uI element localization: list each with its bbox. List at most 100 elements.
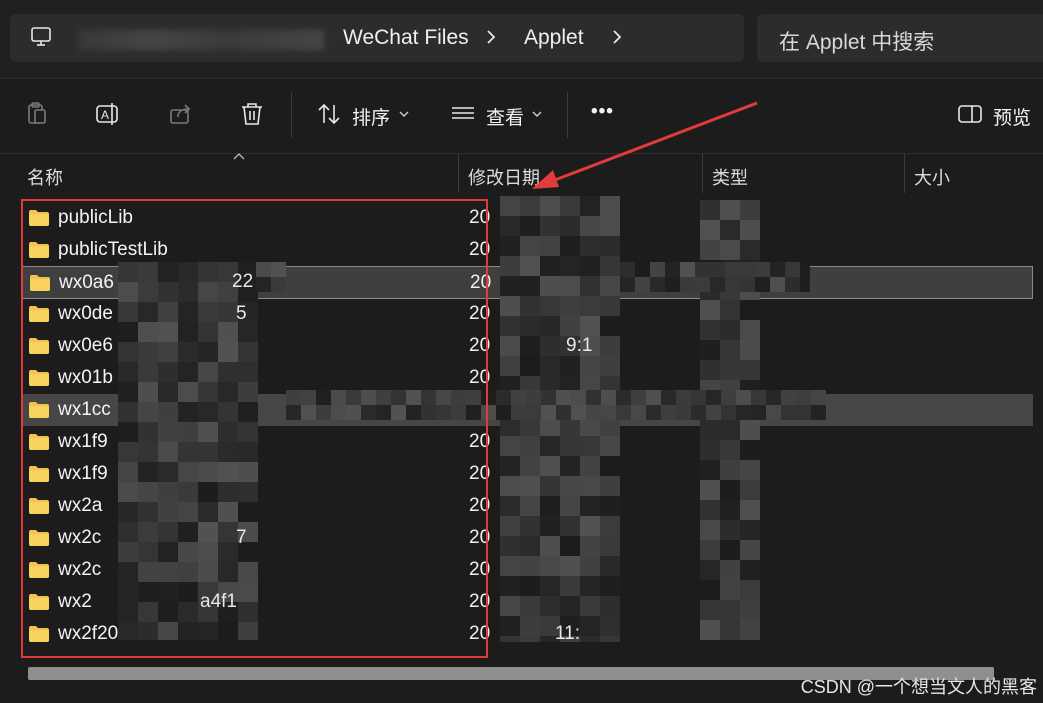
sort-icon[interactable] — [316, 101, 342, 127]
mosaic-tile — [700, 320, 720, 340]
mosaic-tile — [520, 256, 540, 276]
mosaic-tile — [661, 405, 676, 420]
mosaic-tile — [520, 216, 540, 236]
mosaic-tile — [540, 236, 560, 256]
mosaic-tile — [520, 476, 540, 496]
column-header-size[interactable]: 大小 — [914, 164, 950, 190]
preview-button[interactable]: 预览 — [993, 103, 1031, 130]
mosaic-tile — [600, 276, 620, 296]
mosaic-tile — [740, 440, 760, 460]
mosaic-tile — [800, 262, 810, 277]
mosaic-tile — [560, 556, 580, 576]
mosaic-tile — [496, 405, 511, 420]
view-icon[interactable] — [450, 101, 476, 127]
mosaic-tile — [665, 262, 680, 277]
mosaic-tile — [796, 390, 811, 405]
mosaic-tile — [540, 216, 560, 236]
mosaic-tile — [560, 516, 580, 536]
share-icon[interactable] — [168, 101, 194, 127]
column-divider[interactable] — [458, 153, 459, 193]
mosaic-tile — [580, 576, 600, 596]
mosaic-tile — [720, 540, 740, 560]
mosaic-tile — [520, 296, 540, 316]
mosaic-tile — [540, 196, 560, 216]
preview-pane-icon[interactable] — [957, 101, 983, 127]
column-divider[interactable] — [702, 153, 703, 193]
search-placeholder: 在 Applet 中搜索 — [779, 31, 935, 54]
mosaic-tile — [520, 616, 540, 636]
mosaic-tile — [540, 436, 560, 456]
mosaic-tile — [500, 436, 520, 456]
mosaic-tile — [785, 277, 800, 292]
mosaic-tile — [600, 596, 620, 616]
mosaic-tile — [600, 456, 620, 476]
column-header-name[interactable]: 名称 — [27, 164, 63, 190]
mosaic-tile — [520, 636, 540, 642]
breadcrumb-wechat-files[interactable]: WeChat Files — [343, 26, 469, 50]
mosaic-tile — [520, 196, 540, 216]
breadcrumb-applet[interactable]: Applet — [524, 26, 584, 50]
mosaic-tile — [540, 596, 560, 616]
mosaic-tile — [540, 476, 560, 496]
rename-icon[interactable]: A — [95, 101, 121, 127]
mosaic-tile — [740, 520, 760, 540]
paste-icon[interactable] — [24, 101, 50, 127]
chevron-down-icon[interactable] — [399, 110, 409, 118]
mosaic-tile — [720, 560, 740, 580]
mosaic-tile — [511, 405, 526, 420]
mosaic-tile — [720, 520, 740, 540]
column-header-modified[interactable]: 修改日期 — [468, 164, 540, 190]
breadcrumb-chevron-icon[interactable] — [484, 27, 498, 47]
mosaic-tile — [540, 556, 560, 576]
mosaic-tile — [540, 296, 560, 316]
svg-text:A: A — [101, 108, 109, 122]
mosaic-tile — [580, 236, 600, 256]
mosaic-tile — [560, 576, 580, 596]
file-name-fragment: a4f1 — [200, 591, 237, 612]
this-pc-icon[interactable] — [30, 26, 52, 48]
mosaic-tile — [740, 500, 760, 520]
mosaic-tile — [650, 277, 665, 292]
view-button[interactable]: 查看 — [486, 103, 524, 130]
chevron-down-icon[interactable] — [532, 110, 542, 118]
mosaic-tile — [680, 262, 695, 277]
mosaic-tile — [560, 276, 580, 296]
mosaic-tile — [560, 456, 580, 476]
mosaic-tile — [540, 536, 560, 556]
mosaic-tile — [700, 480, 720, 500]
mosaic-tile — [740, 262, 755, 277]
mosaic-tile — [580, 296, 600, 316]
mosaic-tile — [740, 360, 760, 380]
mosaic-tile — [766, 405, 781, 420]
more-options-button[interactable]: ••• — [591, 101, 614, 123]
mosaic-tile — [720, 420, 740, 440]
mosaic-tile — [720, 300, 740, 320]
mosaic-tile — [721, 390, 736, 405]
mosaic-tile — [500, 456, 520, 476]
mosaic-tile — [520, 596, 540, 616]
mosaic-tile — [520, 316, 540, 336]
mosaic-tile — [700, 220, 720, 240]
mosaic-tile — [676, 405, 691, 420]
mosaic-tile — [520, 496, 540, 516]
column-header-type[interactable]: 类型 — [712, 164, 748, 190]
address-redacted-segment — [78, 30, 324, 50]
mosaic-tile — [700, 340, 720, 360]
mosaic-tile — [580, 556, 600, 576]
sort-button[interactable]: 排序 — [352, 103, 390, 130]
mosaic-tile — [720, 200, 740, 220]
mosaic-tile — [811, 390, 826, 405]
mosaic-tile — [540, 496, 560, 516]
mosaic-tile — [540, 576, 560, 596]
column-divider[interactable] — [904, 153, 905, 193]
mosaic-tile — [500, 316, 520, 336]
breadcrumb-chevron-icon[interactable] — [610, 27, 624, 47]
mosaic-tile — [635, 277, 650, 292]
mosaic-tile — [600, 236, 620, 256]
mosaic-tile — [500, 516, 520, 536]
mosaic-tile — [710, 277, 725, 292]
mosaic-tile — [560, 436, 580, 456]
delete-icon[interactable] — [239, 101, 265, 127]
mosaic-tile — [556, 405, 571, 420]
mosaic-tile — [500, 476, 520, 496]
